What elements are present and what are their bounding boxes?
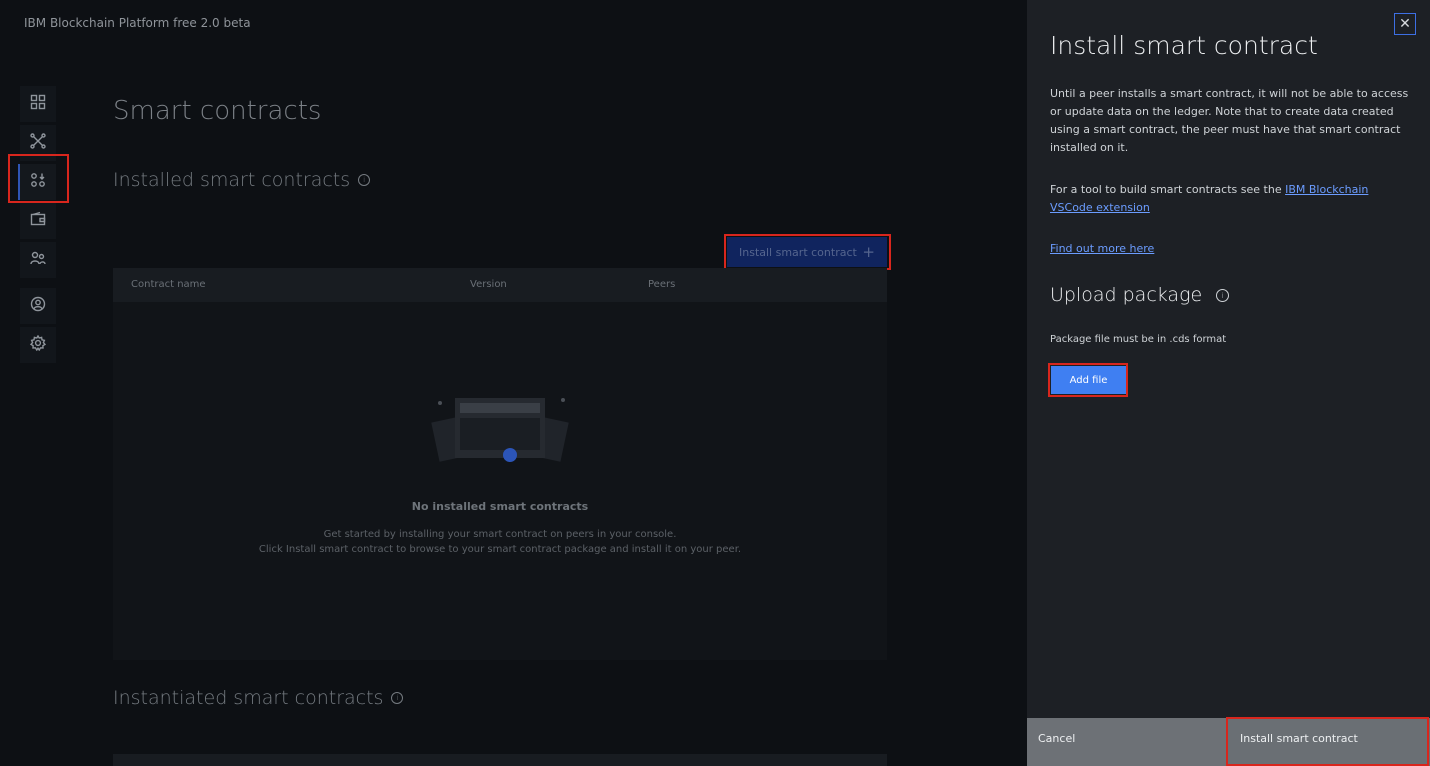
submit-highlight-box [1226,717,1429,766]
upload-package-title: Upload package i [1050,284,1230,306]
empty-state: No installed smart contracts Get started… [113,388,887,557]
table-header: Contract name Version Peers [113,268,887,302]
instantiated-title-text: Instantiated smart contracts [113,687,384,709]
panel-title: Install smart contract [1050,31,1318,60]
nav-item-wallet[interactable] [20,203,56,239]
install-button-highlight-box [724,234,891,270]
add-file-highlight-box [1048,363,1128,397]
info-icon[interactable]: i [358,174,371,186]
cancel-button[interactable]: Cancel [1027,718,1227,766]
panel-tool-text: For a tool to build smart contracts see … [1050,181,1410,217]
empty-desc-line-1: Get started by installing your smart con… [323,529,677,540]
nav-item-users[interactable] [20,242,56,278]
empty-state-illustration [425,388,575,478]
empty-state-description: Get started by installing your smart con… [113,527,887,557]
find-out-more-link[interactable]: Find out more here [1050,242,1154,255]
close-icon: ✕ [1399,16,1411,32]
column-header-contract-name[interactable]: Contract name [131,279,206,290]
info-icon[interactable]: i [391,692,404,704]
nav-item-settings[interactable] [20,327,56,363]
gear-icon [29,334,47,355]
nav-highlight-box [8,154,69,203]
package-format-note: Package file must be in .cds format [1050,334,1227,345]
instantiated-table-header [113,754,887,766]
user-icon [30,296,46,316]
upload-title-text: Upload package [1050,284,1203,306]
app: IBM Blockchain Platform free 2.0 beta Sm… [0,0,1430,766]
column-header-peers[interactable]: Peers [648,279,675,290]
grid-icon [30,94,46,114]
network-icon [30,133,46,153]
empty-state-title: No installed smart contracts [411,500,589,513]
tool-prefix: For a tool to build smart contracts see … [1050,183,1286,196]
installed-title-text: Installed smart contracts [113,169,351,191]
column-header-version[interactable]: Version [470,279,507,290]
panel-intro: Until a peer installs a smart contract, … [1050,87,1409,154]
info-icon[interactable]: i [1216,288,1230,302]
wallet-icon [30,211,46,231]
installed-section-title: Installed smart contracts i [113,169,371,191]
empty-desc-line-2: Click Install smart contract to browse t… [258,544,742,555]
close-button[interactable]: ✕ [1394,13,1416,35]
nav-item-dashboard[interactable] [20,86,56,122]
installed-contracts-table: Contract name Version Peers No installed… [113,268,887,660]
find-out-more-wrapper: Find out more here [1050,240,1154,258]
nav-item-profile[interactable] [20,288,56,324]
users-icon [30,250,46,270]
instantiated-section-title: Instantiated smart contracts i [113,687,404,709]
page-title: Smart contracts [113,96,322,126]
platform-title: IBM Blockchain Platform free 2.0 beta [24,16,251,30]
